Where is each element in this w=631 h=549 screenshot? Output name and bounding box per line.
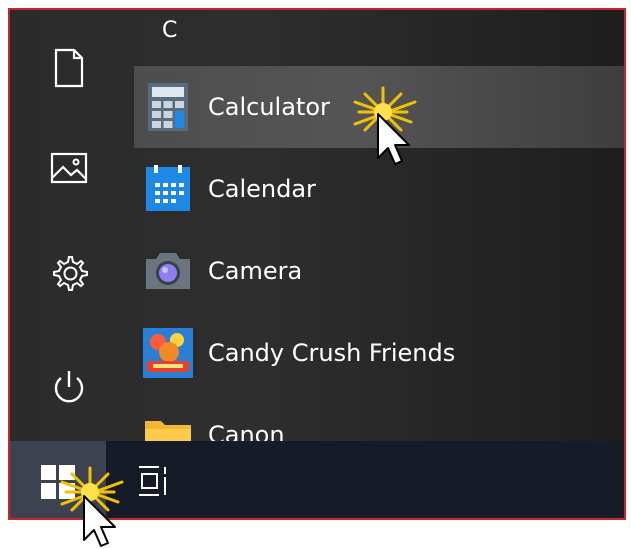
app-item-label: Calculator: [208, 93, 330, 121]
settings-icon: [53, 256, 88, 291]
app-item-label: Camera: [208, 257, 303, 285]
candy-crush-icon: [142, 327, 194, 379]
task-view-button[interactable]: [128, 455, 180, 507]
pictures-icon: [50, 152, 88, 184]
power-button[interactable]: [10, 358, 128, 418]
task-view-icon: [139, 466, 166, 496]
camera-icon: [142, 245, 194, 297]
start-menu-left-rail: [10, 10, 128, 441]
taskbar: [10, 441, 624, 518]
calendar-icon: [142, 163, 194, 215]
app-item-candy-crush-friends[interactable]: Candy Crush Friends: [134, 312, 624, 394]
start-menu-screen: C Calculator Calendar Camera Candy Crush…: [8, 8, 626, 520]
app-item-calculator[interactable]: Calculator: [134, 66, 624, 148]
document-icon: [54, 48, 84, 88]
start-button[interactable]: [10, 441, 106, 518]
calculator-icon: [142, 81, 194, 133]
app-item-label: Candy Crush Friends: [208, 339, 456, 367]
documents-button[interactable]: [10, 38, 128, 98]
app-item-calendar[interactable]: Calendar: [134, 148, 624, 230]
pictures-button[interactable]: [10, 138, 128, 198]
app-item-camera[interactable]: Camera: [134, 230, 624, 312]
app-item-label: Calendar: [208, 175, 316, 203]
section-letter[interactable]: C: [162, 18, 177, 43]
settings-button[interactable]: [10, 243, 128, 303]
windows-logo-icon: [41, 464, 75, 499]
power-icon: [54, 371, 84, 403]
app-list: C Calculator Calendar Camera Candy Crush…: [128, 10, 624, 453]
